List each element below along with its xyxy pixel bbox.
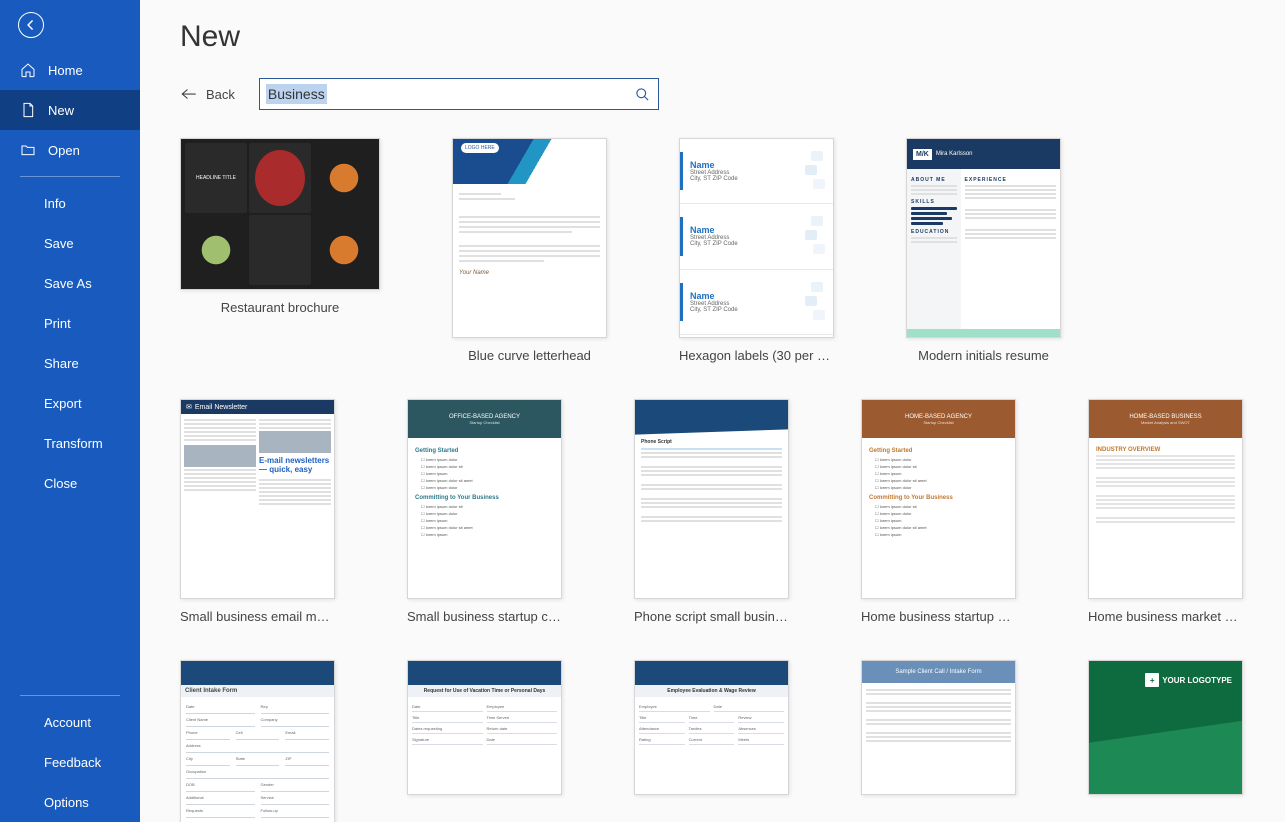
template-thumbnail: YOUR LOGOTYPE <box>1088 660 1243 795</box>
sidebar-item-export[interactable]: Export <box>0 383 140 423</box>
sidebar-item-close[interactable]: Close <box>0 463 140 503</box>
sidebar-item-share[interactable]: Share <box>0 343 140 383</box>
template-card[interactable]: HOME-BASED BUSINESSMarket Analysis and S… <box>1088 399 1243 624</box>
template-search-box[interactable]: Business <box>259 78 659 110</box>
search-back-link[interactable]: Back <box>180 87 235 102</box>
template-label: Home business startup check... <box>861 609 1016 624</box>
template-card[interactable]: YOUR LOGOTYPE <box>1088 660 1243 822</box>
main-content: New Back Business HEADLINE TITLE <box>140 0 1285 822</box>
template-card[interactable]: HOME-BASED AGENCYStartup Checklist Getti… <box>861 399 1016 624</box>
search-icon <box>635 87 650 102</box>
template-label: Home business market analy... <box>1088 609 1243 624</box>
template-card[interactable]: NameStreet AddressCity, ST ZIP Code Name… <box>679 138 834 363</box>
template-thumbnail: Sample Client Call / Intake Form <box>861 660 1016 795</box>
template-grid: HEADLINE TITLE Restaurant brochure LOGO … <box>180 138 1245 822</box>
template-thumbnail: NameStreet AddressCity, ST ZIP Code Name… <box>679 138 834 338</box>
sidebar-item-save[interactable]: Save <box>0 223 140 263</box>
template-card[interactable]: Sample Client Call / Intake Form <box>861 660 1016 822</box>
template-card[interactable]: Request for Use of Vacation Time or Pers… <box>407 660 562 822</box>
template-thumbnail: Request for Use of Vacation Time or Pers… <box>407 660 562 795</box>
template-label: Restaurant brochure <box>180 300 380 315</box>
search-input[interactable]: Business <box>260 84 628 104</box>
sidebar-item-open[interactable]: Open <box>0 130 140 170</box>
template-label: Modern initials resume <box>906 348 1061 363</box>
template-card[interactable]: LOGO HERE Your Name Blue curve letterhea… <box>452 138 607 363</box>
template-thumbnail: HOME-BASED BUSINESSMarket Analysis and S… <box>1088 399 1243 599</box>
sidebar-item-save-as[interactable]: Save As <box>0 263 140 303</box>
template-thumbnail: Phone Script <box>634 399 789 599</box>
template-label: Hexagon labels (30 per page) <box>679 348 834 363</box>
back-arrow-icon <box>18 12 44 38</box>
divider <box>20 176 120 177</box>
page-title: New <box>180 20 1245 54</box>
template-thumbnail: M/KMira Karlsson ABOUT ME SKILLS EDUCATI… <box>906 138 1061 338</box>
sidebar-item-home[interactable]: Home <box>0 50 140 90</box>
template-card[interactable]: Phone Script Phone script small business <box>634 399 789 624</box>
template-label: Small business startup checklist <box>407 609 562 624</box>
template-thumbnail: Client Intake Form DateRep Client NameCo… <box>180 660 335 822</box>
template-card[interactable]: M/KMira Karlsson ABOUT ME SKILLS EDUCATI… <box>906 138 1061 363</box>
template-thumbnail: OFFICE-BASED AGENCYStartup Checklist Get… <box>407 399 562 599</box>
template-card[interactable]: OFFICE-BASED AGENCYStartup Checklist Get… <box>407 399 562 624</box>
template-card[interactable]: ✉Email Newsletter E-mail newsletters — q… <box>180 399 335 624</box>
sidebar-item-new[interactable]: New <box>0 90 140 130</box>
sidebar-item-label: New <box>48 103 74 118</box>
sidebar-item-label: Open <box>48 143 80 158</box>
template-label: Phone script small business <box>634 609 789 624</box>
template-label: Blue curve letterhead <box>452 348 607 363</box>
home-icon <box>20 62 36 78</box>
template-thumbnail: Employee Evaluation & Wage Review Employ… <box>634 660 789 795</box>
template-thumbnail: HOME-BASED AGENCYStartup Checklist Getti… <box>861 399 1016 599</box>
sidebar-item-account[interactable]: Account <box>0 702 140 742</box>
divider <box>20 695 120 696</box>
template-label: Small business email marketi... <box>180 609 335 624</box>
template-thumbnail: LOGO HERE Your Name <box>452 138 607 338</box>
search-button[interactable] <box>628 87 658 102</box>
new-doc-icon <box>20 102 36 118</box>
sidebar-item-label: Home <box>48 63 83 78</box>
backstage-sidebar: Home New Open Info Save Save As Print Sh… <box>0 0 140 822</box>
template-card[interactable]: Employee Evaluation & Wage Review Employ… <box>634 660 789 822</box>
sidebar-item-print[interactable]: Print <box>0 303 140 343</box>
sidebar-item-info[interactable]: Info <box>0 183 140 223</box>
template-thumbnail: HEADLINE TITLE <box>180 138 380 290</box>
folder-open-icon <box>20 142 36 158</box>
sidebar-item-feedback[interactable]: Feedback <box>0 742 140 782</box>
sidebar-item-transform[interactable]: Transform <box>0 423 140 463</box>
arrow-left-icon <box>180 88 198 100</box>
template-card[interactable]: Client Intake Form DateRep Client NameCo… <box>180 660 335 822</box>
template-thumbnail: ✉Email Newsletter E-mail newsletters — q… <box>180 399 335 599</box>
back-button[interactable] <box>0 0 140 50</box>
back-label: Back <box>206 87 235 102</box>
template-card[interactable]: HEADLINE TITLE Restaurant brochure <box>180 138 380 363</box>
sidebar-item-options[interactable]: Options <box>0 782 140 822</box>
